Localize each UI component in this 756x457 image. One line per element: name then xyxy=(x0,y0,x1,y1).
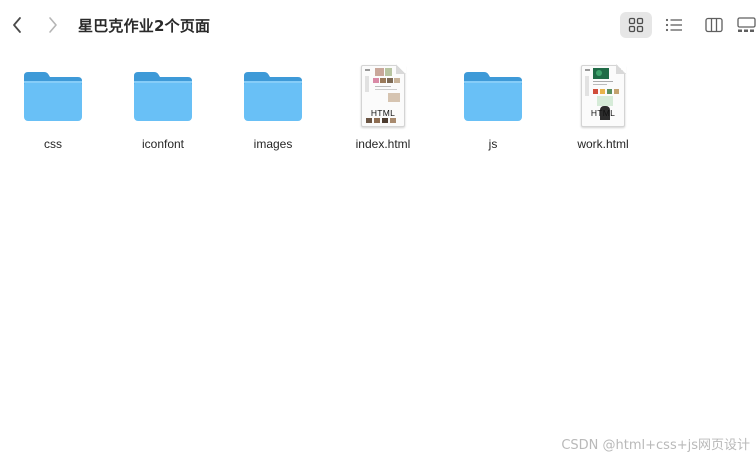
forward-button[interactable] xyxy=(42,12,64,38)
html-file-icon: HTML xyxy=(548,62,658,130)
file-name: index.html xyxy=(355,137,411,151)
folder-icon xyxy=(218,62,328,130)
column-view-button[interactable] xyxy=(700,12,728,38)
folder-icon xyxy=(0,62,108,130)
file-type-badge: HTML xyxy=(590,108,616,118)
file-type-badge: HTML xyxy=(370,108,396,118)
list-view-icon xyxy=(665,18,682,32)
window-title: 星巴克作业2个页面 xyxy=(78,17,211,35)
folder-icon xyxy=(108,62,218,130)
chevron-left-icon xyxy=(13,17,21,33)
file-item[interactable]: images xyxy=(218,62,328,158)
file-item[interactable]: HTML index.html xyxy=(328,62,438,158)
finder-toolbar: 星巴克作业2个页面 xyxy=(0,0,756,50)
column-view-icon xyxy=(705,17,723,33)
file-grid: css iconfont images HTML index.html js H… xyxy=(0,62,756,162)
file-name: js xyxy=(488,137,498,151)
list-view-button[interactable] xyxy=(660,12,688,38)
file-name: css xyxy=(44,137,62,151)
file-name: work.html xyxy=(577,137,629,151)
file-item[interactable]: iconfont xyxy=(108,62,218,158)
file-item[interactable]: css xyxy=(0,62,108,158)
file-item[interactable]: js xyxy=(438,62,548,158)
gallery-view-icon xyxy=(737,17,756,32)
back-button[interactable] xyxy=(6,12,28,38)
folder-icon xyxy=(438,62,548,130)
icon-view-icon xyxy=(628,17,644,33)
file-name: images xyxy=(253,137,293,151)
html-file-icon: HTML xyxy=(328,62,438,130)
watermark-text: CSDN @html+css+js网页设计 xyxy=(561,438,750,453)
file-item[interactable]: HTML work.html xyxy=(548,62,658,158)
icon-view-button[interactable] xyxy=(620,12,652,38)
chevron-right-icon xyxy=(49,17,57,33)
gallery-view-button[interactable] xyxy=(737,12,756,38)
file-name: iconfont xyxy=(141,137,185,151)
